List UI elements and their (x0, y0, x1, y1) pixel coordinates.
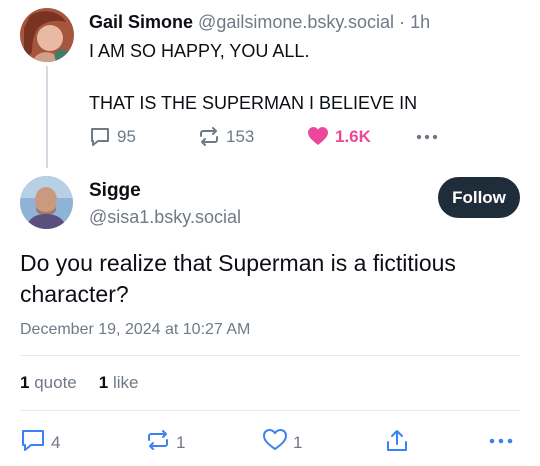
parent-more-button[interactable] (415, 126, 439, 147)
quotes-count: 1 (20, 373, 30, 392)
parent-reply-count: 95 (117, 126, 136, 146)
reply-button[interactable]: 4 (20, 428, 60, 457)
engagement-stats: 1 quote 1 like (20, 373, 138, 393)
more-button[interactable] (488, 428, 514, 457)
reply-icon (89, 126, 111, 147)
like-button[interactable]: 1 (262, 428, 302, 457)
parent-time[interactable]: 1h (410, 12, 430, 32)
repost-count: 1 (176, 432, 186, 452)
dot-separator: · (399, 12, 406, 32)
parent-repost-count: 153 (226, 126, 255, 146)
more-options-icon (488, 428, 514, 457)
parent-like-button[interactable]: 1.6K (307, 126, 371, 147)
likes-label: like (112, 373, 139, 392)
share-button[interactable] (384, 428, 410, 459)
follow-button[interactable]: Follow (438, 177, 520, 218)
repost-icon (198, 126, 220, 147)
parent-like-count: 1.6K (335, 126, 371, 146)
like-count: 1 (293, 432, 303, 452)
parent-display-name[interactable]: Gail Simone (89, 12, 193, 32)
repost-icon (145, 428, 171, 457)
main-display-name[interactable]: Sigge (89, 180, 141, 202)
share-icon (384, 428, 410, 459)
likes-stat[interactable]: 1 like (99, 373, 139, 393)
reply-count: 4 (51, 432, 61, 452)
parent-post-text-line-1: I AM SO HAPPY, YOU ALL. (89, 41, 310, 61)
repost-button[interactable]: 1 (145, 428, 185, 457)
divider (20, 355, 520, 356)
parent-handle[interactable]: @gailsimone.bsky.social (198, 12, 394, 32)
main-post-date: December 19, 2024 at 10:27 AM (20, 321, 251, 338)
main-avatar[interactable] (20, 176, 73, 229)
main-handle[interactable]: @sisa1.bsky.social (89, 207, 241, 228)
parent-reply-button[interactable]: 95 (89, 126, 136, 147)
likes-count: 1 (98, 373, 109, 392)
thread-line (46, 66, 48, 168)
parent-repost-button[interactable]: 153 (198, 126, 254, 147)
parent-post-actions: 95 153 1.6K (88, 126, 448, 150)
heart-filled-icon (307, 126, 329, 147)
divider (20, 410, 520, 411)
quotes-stat[interactable]: 1 quote (20, 373, 77, 393)
parent-avatar[interactable] (20, 8, 74, 62)
main-post-text: Do you realize that Superman is a fictit… (20, 250, 456, 307)
more-options-icon (415, 126, 439, 147)
quotes-label: quote (34, 373, 77, 392)
parent-post-text-line-2: THAT IS THE SUPERMAN I BELIEVE IN (89, 93, 418, 113)
heart-icon (262, 428, 288, 457)
parent-post-header: Gail Simone @gailsimone.bsky.social · 1h (89, 12, 430, 33)
reply-icon (20, 428, 46, 457)
main-post-actions: 4 1 1 (20, 428, 520, 452)
